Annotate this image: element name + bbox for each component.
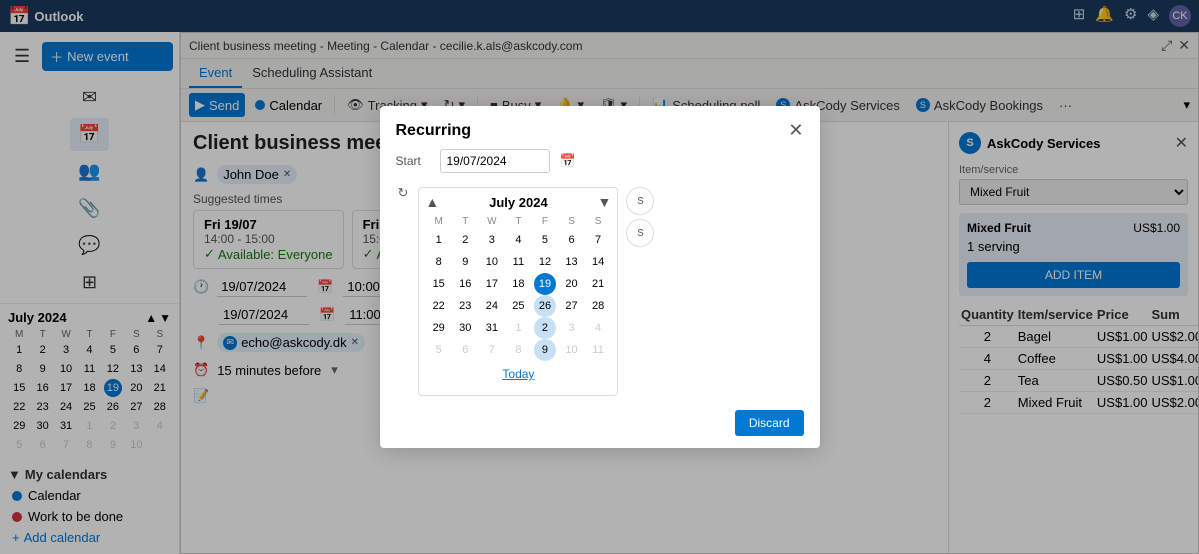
modal-cal-day[interactable]: 4: [587, 317, 609, 339]
modal-cal-day[interactable]: 14: [587, 251, 609, 273]
modal-cal-day[interactable]: 31: [481, 317, 503, 339]
modal-cal-day[interactable]: 13: [561, 251, 583, 273]
modal-cal-day[interactable]: 15: [428, 273, 450, 295]
modal-cal-day[interactable]: 18: [507, 273, 529, 295]
modal-cal-day[interactable]: 21: [587, 273, 609, 295]
recur-s-circle-1[interactable]: S: [626, 187, 654, 215]
modal-cal-day[interactable]: 26: [534, 295, 556, 317]
modal-cal-day[interactable]: 7: [587, 229, 609, 251]
modal-cal-day[interactable]: 2: [534, 317, 556, 339]
modal-day-label: W: [479, 214, 506, 229]
modal-cal-day[interactable]: 30: [454, 317, 476, 339]
modal-cal-day[interactable]: 4: [507, 229, 529, 251]
modal-cal-day[interactable]: 17: [481, 273, 503, 295]
modal-cal-day[interactable]: 6: [454, 339, 476, 361]
modal-recur-refresh[interactable]: ↻: [396, 183, 411, 203]
modal-cal-day[interactable]: 16: [454, 273, 476, 295]
modal-cal-day[interactable]: 11: [507, 251, 529, 273]
modal-day-label: F: [532, 214, 559, 229]
modal-actions: Discard: [380, 410, 820, 448]
modal-cal-next[interactable]: ▼: [598, 194, 612, 210]
modal-cal-day[interactable]: 5: [534, 229, 556, 251]
modal-cal-day[interactable]: 3: [481, 229, 503, 251]
modal-cal-day[interactable]: 3: [561, 317, 583, 339]
modal-cal-day[interactable]: 24: [481, 295, 503, 317]
modal-start-row: Start 📅: [396, 149, 804, 173]
modal-day-label: S: [585, 214, 612, 229]
modal-start-label: Start: [396, 154, 432, 168]
modal-cal-day[interactable]: 19: [534, 273, 556, 295]
modal-header: Recurring ✕: [380, 106, 820, 149]
modal-cal-and-recur: ↻ ▲ July 2024 ▼ MTWTFSS12345678910111213…: [396, 183, 804, 396]
modal-cal-day[interactable]: 7: [481, 339, 503, 361]
today-button[interactable]: Today: [502, 367, 534, 381]
modal-cal-day[interactable]: 1: [507, 317, 529, 339]
modal-overlay: Recurring ✕ Start 📅 ↻ ▲ July 2024 ▼: [0, 0, 1199, 554]
modal-cal-day[interactable]: 28: [587, 295, 609, 317]
modal-cal-day[interactable]: 20: [561, 273, 583, 295]
modal-day-label: M: [425, 214, 452, 229]
modal-cal-grid: MTWTFSS123456789101112131415161718192021…: [425, 214, 611, 361]
modal-cal-day[interactable]: 22: [428, 295, 450, 317]
modal-cal-day[interactable]: 10: [561, 339, 583, 361]
modal-cal-day[interactable]: 9: [454, 251, 476, 273]
discard-button[interactable]: Discard: [735, 410, 804, 436]
modal-cal-prev[interactable]: ▲: [425, 194, 439, 210]
modal-cal-day[interactable]: 29: [428, 317, 450, 339]
modal-footer: Today: [425, 361, 611, 389]
modal-cal-day[interactable]: 10: [481, 251, 503, 273]
modal-calendar-icon[interactable]: 📅: [558, 151, 578, 171]
modal-title: Recurring: [396, 122, 472, 140]
recurring-modal: Recurring ✕ Start 📅 ↻ ▲ July 2024 ▼: [380, 106, 820, 448]
modal-cal-day[interactable]: 25: [507, 295, 529, 317]
modal-start-date-input[interactable]: [440, 149, 550, 173]
modal-cal-day[interactable]: 27: [561, 295, 583, 317]
modal-close-button[interactable]: ✕: [788, 120, 803, 141]
modal-cal-day[interactable]: 1: [428, 229, 450, 251]
modal-cal-day[interactable]: 12: [534, 251, 556, 273]
modal-cal-month: July 2024: [489, 195, 548, 210]
modal-cal-day[interactable]: 2: [454, 229, 476, 251]
modal-cal-day[interactable]: 6: [561, 229, 583, 251]
modal-cal-day[interactable]: 8: [428, 251, 450, 273]
modal-cal-day[interactable]: 23: [454, 295, 476, 317]
modal-cal-day[interactable]: 8: [507, 339, 529, 361]
modal-cal-header: ▲ July 2024 ▼: [425, 194, 611, 210]
modal-day-label: T: [505, 214, 532, 229]
recur-s-circle-2[interactable]: S: [626, 219, 654, 247]
modal-inline-calendar: ▲ July 2024 ▼ MTWTFSS1234567891011121314…: [418, 187, 618, 396]
modal-body: Start 📅 ↻ ▲ July 2024 ▼ MTWTFSS123456789…: [380, 149, 820, 410]
modal-day-label: T: [452, 214, 479, 229]
recur-circles: S S: [626, 187, 654, 247]
modal-cal-day[interactable]: 11: [587, 339, 609, 361]
modal-cal-day[interactable]: 5: [428, 339, 450, 361]
modal-cal-day[interactable]: 9: [534, 339, 556, 361]
modal-day-label: S: [558, 214, 585, 229]
